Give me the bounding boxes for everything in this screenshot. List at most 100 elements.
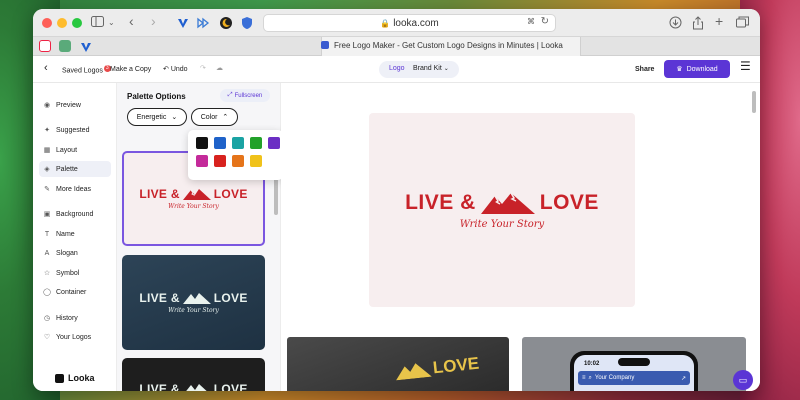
pinned-tab-c[interactable] [39, 40, 51, 52]
color-swatch[interactable] [214, 155, 226, 167]
style-dropdown[interactable]: Energetic ⌄ [127, 108, 187, 126]
night-mode-extension-icon[interactable] [219, 16, 233, 33]
make-copy-button[interactable]: Make a Copy [110, 65, 151, 75]
lightbulb-icon: ✎ [44, 186, 50, 193]
chat-support-button[interactable]: ▭ [733, 370, 753, 390]
browser-titlebar: ⌄ ‹ › 🔒 looka.com ⌘ ↻ + [33, 9, 760, 37]
sidebar-item-label: Layout [56, 146, 78, 154]
address-bar[interactable]: 🔒 looka.com ⌘ ↻ [263, 14, 556, 32]
sidebar-item-label: More Ideas [56, 185, 92, 193]
card-logo-name: LIVE & LOVE [139, 187, 247, 201]
phone-screen: 10:02 ≡ ⌕ Your Company ↗ [574, 355, 694, 391]
star-icon: ☆ [43, 270, 51, 277]
color-swatch[interactable] [196, 137, 208, 149]
close-window-button[interactable] [42, 18, 52, 28]
saved-logos-link[interactable]: Saved Logos 3 [62, 65, 111, 76]
color-swatch[interactable] [268, 137, 280, 149]
logo-preview-card[interactable]: LIVE & LOVE Write Your Story [369, 113, 635, 307]
looka-logo-icon [55, 373, 64, 383]
phone-search-bar: ≡ ⌕ Your Company ↗ [578, 371, 690, 385]
pinned-tab-map[interactable] [59, 40, 71, 52]
text-icon: T [44, 230, 50, 238]
vercel-extension-icon[interactable] [176, 16, 190, 33]
pinned-tab-vercel[interactable] [80, 40, 92, 52]
sidebar-item-layout[interactable]: ▦ Layout [39, 142, 111, 158]
new-tab-icon[interactable]: + [715, 14, 723, 28]
logo-brandkit-switch: Logo Brand Kit ⌄ [379, 61, 459, 78]
undo-button[interactable]: ↶ Undo [163, 65, 188, 75]
logo-tab[interactable]: Logo [389, 65, 405, 72]
brand-kit-tab[interactable]: Brand Kit ⌄ [413, 65, 449, 72]
palette-icon: ◈ [44, 166, 50, 173]
sidebar-item-container[interactable]: ◯ Container [39, 284, 111, 300]
brand-kit-label: Brand Kit [413, 65, 442, 72]
preview-logo-name: LIVE & LOVE [405, 191, 599, 215]
eye-icon: ◉ [43, 102, 51, 109]
translate-icon[interactable]: ⌘ [527, 17, 535, 26]
business-card-mockup[interactable]: LOVE [287, 337, 509, 391]
sidebar-item-name[interactable]: T Name [39, 226, 111, 242]
phone-search-text: Your Company [594, 375, 635, 381]
redo-icon[interactable]: ↷ [200, 64, 206, 74]
sparkle-icon: ✦ [44, 127, 50, 134]
phone-notch [618, 358, 650, 366]
active-tab[interactable]: Free Logo Maker - Get Custom Logo Design… [321, 37, 581, 56]
share-icon[interactable] [692, 16, 704, 33]
sidebar-item-history[interactable]: ◷ History [39, 310, 111, 326]
undo-icon: ↶ [163, 66, 169, 73]
sidebar-item-label: Palette [56, 165, 78, 173]
crown-icon: ♛ [676, 66, 683, 73]
chevron-down-icon: ⌄ [171, 114, 178, 121]
fast-forward-extension-icon[interactable] [196, 16, 210, 33]
tab-overview-icon[interactable] [736, 16, 749, 31]
zoom-window-button[interactable] [72, 18, 82, 28]
back-icon[interactable]: ‹ [129, 14, 134, 28]
card-logo-name: LIVE & LOVE [139, 291, 247, 305]
shield-extension-icon[interactable] [241, 16, 253, 33]
url-text: looka.com [393, 17, 439, 29]
tab-bar: Free Logo Maker - Get Custom Logo Design… [33, 37, 760, 56]
container-icon: ◯ [43, 289, 51, 296]
color-dropdown[interactable]: Color ⌃ [191, 108, 238, 126]
minimize-window-button[interactable] [57, 18, 67, 28]
color-swatch[interactable] [214, 137, 226, 149]
chevron-down-icon[interactable]: ⌄ [108, 16, 115, 30]
sidebar-item-more-ideas[interactable]: ✎ More Ideas [39, 181, 111, 197]
palette-option-card[interactable]: LIVE & LOVE Write Your Story [122, 255, 265, 350]
sidebar-item-suggested[interactable]: ✦ Suggested [39, 122, 111, 138]
card-logo-text-1: LIVE & [139, 291, 180, 305]
palette-option-card[interactable]: LIVE & LOVE [122, 358, 265, 391]
phone-mockup[interactable]: 10:02 ≡ ⌕ Your Company ↗ [522, 337, 746, 391]
back-arrow-icon[interactable]: ‹ [44, 63, 48, 74]
share-button[interactable]: Share [635, 65, 654, 75]
editor-sidebar: ◉ Preview ✦ Suggested ▦ Layout ◈ Palette ✎ Mo… [33, 83, 117, 391]
looka-favicon [321, 41, 329, 49]
main-scrollbar[interactable] [752, 91, 756, 113]
card-logo-text-1: LIVE & [139, 382, 180, 391]
sidebar-item-your-logos[interactable]: ♡ Your Logos [39, 329, 111, 345]
sidebar-toggle-icon[interactable] [91, 16, 104, 30]
sidebar-item-background[interactable]: ▣ Background [39, 206, 111, 222]
color-swatch[interactable] [250, 155, 262, 167]
color-swatch[interactable] [250, 137, 262, 149]
card-slogan: Write Your Story [168, 203, 219, 210]
reload-icon[interactable]: ↻ [541, 16, 549, 27]
menu-icon: ≡ [582, 375, 586, 381]
sidebar-item-slogan[interactable]: A Slogan [39, 245, 111, 261]
fullscreen-button[interactable]: ⤢ Fullscreen [220, 89, 270, 102]
arrow-icon: ↗ [680, 375, 686, 382]
forward-icon[interactable]: › [151, 14, 156, 28]
color-swatch[interactable] [232, 155, 244, 167]
hamburger-menu-icon[interactable]: ☰ [740, 60, 751, 72]
sidebar-item-preview[interactable]: ◉ Preview [39, 97, 111, 113]
style-dropdown-value: Energetic [136, 113, 167, 121]
color-swatch[interactable] [196, 155, 208, 167]
download-button[interactable]: ♛ Download [664, 60, 730, 78]
sidebar-item-palette[interactable]: ◈ Palette [39, 161, 111, 177]
editor-toolbar: ‹ Saved Logos 3 Make a Copy ↶ Undo ↷ ☁ Lo… [33, 56, 760, 83]
downloads-icon[interactable] [669, 16, 682, 32]
sidebar-item-symbol[interactable]: ☆ Symbol [39, 265, 111, 281]
mockup-logo-text: LOVE [431, 353, 481, 378]
color-swatch[interactable] [232, 137, 244, 149]
looka-brand[interactable]: Looka [55, 373, 95, 383]
